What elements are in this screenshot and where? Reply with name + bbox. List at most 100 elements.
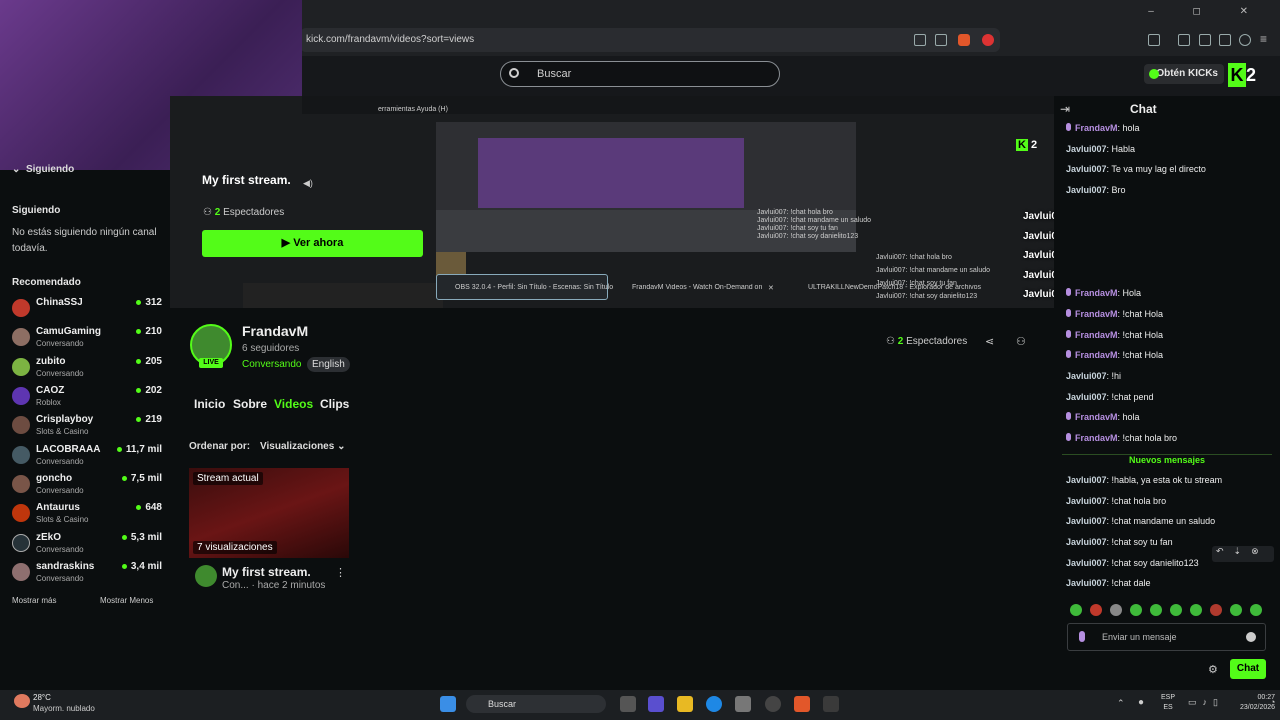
file-explorer-icon[interactable] xyxy=(677,696,693,712)
notification-icon[interactable]: ◔ xyxy=(1270,697,1275,707)
sidebar-channel[interactable]: zubito Conversando 205 xyxy=(12,356,162,384)
obs-window-title: OBS 32.0.4 - Perfil: Sin Título - Escena… xyxy=(455,284,614,291)
weather-desc[interactable]: Mayorm. nublado xyxy=(33,704,95,713)
avatar xyxy=(12,475,30,493)
reader-mode-icon[interactable] xyxy=(1148,34,1160,46)
emoji-icon[interactable] xyxy=(1246,632,1256,642)
emote-icon[interactable] xyxy=(1130,604,1142,616)
task-view-icon[interactable] xyxy=(620,696,636,712)
sidebar-following-toggle[interactable]: ⌄ Siguiendo xyxy=(12,164,74,175)
browser-window-title: FrandavM Videos - Watch On-Demand on Kic… xyxy=(632,284,762,291)
mic-icon[interactable]: ● xyxy=(1138,697,1144,708)
owner-badge-icon xyxy=(1066,309,1071,317)
new-messages-divider[interactable]: Nuevos mensajes xyxy=(1062,454,1272,465)
sort-dropdown[interactable]: Visualizaciones ⌄ xyxy=(260,441,345,452)
show-less-link[interactable]: Mostrar Menos xyxy=(100,596,153,605)
emote-icon[interactable] xyxy=(1250,604,1262,616)
sidebar-channel[interactable]: zEkO Conversando 5,3 mil xyxy=(12,532,162,560)
avatar xyxy=(12,358,30,376)
owner-badge-icon xyxy=(1066,330,1071,338)
channel-category[interactable]: Conversando xyxy=(242,359,301,370)
owner-badge-icon xyxy=(1066,350,1071,358)
sidebar-channel[interactable]: CAOZ Roblox 202 xyxy=(12,385,162,413)
menu-icon[interactable]: ≡ xyxy=(1260,32,1267,46)
brave-shield-icon[interactable] xyxy=(958,34,970,46)
chat-message: FrandavM: !chat Hola xyxy=(1066,309,1266,319)
k2-logo[interactable]: K2 xyxy=(1228,63,1264,87)
obs-icon[interactable] xyxy=(765,696,781,712)
emote-icon[interactable] xyxy=(1150,604,1162,616)
tab-videos[interactable]: Videos xyxy=(274,397,313,411)
taskbar-search[interactable]: Buscar xyxy=(466,695,606,713)
share-icon[interactable]: ⋖ xyxy=(985,335,994,348)
tab-sobre[interactable]: Sobre xyxy=(233,397,267,411)
watch-now-button[interactable]: ▶ Ver ahora xyxy=(202,230,423,257)
nested-panel xyxy=(243,283,443,308)
close-icon: ✕ xyxy=(768,285,774,292)
following-empty-text: No estás siguiendo ningún canal todavía. xyxy=(12,227,157,254)
emote-icon[interactable] xyxy=(1110,604,1122,616)
avatar xyxy=(12,563,30,581)
video-options-icon[interactable]: ⋮ xyxy=(335,566,346,579)
weather-icon[interactable] xyxy=(14,694,30,708)
copilot-icon[interactable] xyxy=(648,696,664,712)
search-input[interactable]: Buscar xyxy=(500,61,780,87)
store-icon[interactable] xyxy=(735,696,751,712)
language-indicator[interactable]: ESP ES xyxy=(1161,693,1175,713)
speaker-icon[interactable]: ◀) xyxy=(303,178,313,189)
language-tag[interactable]: English xyxy=(307,357,350,372)
viewers-icon: ⚇ xyxy=(886,336,895,347)
sidebar-channel[interactable]: Antaurus Slots & Casino 648 xyxy=(12,502,162,530)
user-options-icon[interactable]: ⚇ xyxy=(1016,335,1026,348)
chat-input[interactable]: Enviar un mensaje xyxy=(1067,623,1266,651)
tab-inicio[interactable]: Inicio xyxy=(194,397,225,411)
weather-temp[interactable]: 28°C xyxy=(33,693,51,702)
vpn-icon[interactable] xyxy=(1239,34,1251,46)
edge-icon[interactable] xyxy=(706,696,722,712)
sidebar-channel[interactable]: CamuGaming Conversando 210 xyxy=(12,326,162,354)
chat-message: FrandavM: Hola xyxy=(1066,288,1266,298)
chat-message: Javlui007: Habla xyxy=(1066,144,1136,154)
emote-icon[interactable] xyxy=(1090,604,1102,616)
emote-icon[interactable] xyxy=(1230,604,1242,616)
window-controls[interactable]: – ◻ ✕ xyxy=(1148,6,1266,17)
tab-clips[interactable]: Clips xyxy=(320,397,349,411)
sidebar-channel[interactable]: goncho Conversando 7,5 mil xyxy=(12,473,162,501)
sidebar-channel[interactable]: ChinaSSJ 312 xyxy=(12,297,162,325)
sort-label: Ordenar por: xyxy=(189,441,251,452)
current-stream-badge: Stream actual xyxy=(193,472,263,485)
chat-message: FrandavM: hola xyxy=(1066,123,1266,133)
windows-start-icon[interactable] xyxy=(440,696,456,712)
sidebar-channel[interactable]: LACOBRAAA Conversando 11,7 mil xyxy=(12,444,162,472)
avatar xyxy=(12,416,30,434)
sidebar-icon[interactable] xyxy=(1178,34,1190,46)
chat-message: Javlui007: Bro xyxy=(1066,185,1126,195)
channel-name: FrandavM xyxy=(242,323,309,339)
brave-rewards-icon[interactable] xyxy=(982,34,994,46)
emote-icon[interactable] xyxy=(1190,604,1202,616)
message-actions[interactable]: ↶⇣⊗ xyxy=(1212,546,1274,562)
show-more-link[interactable]: Mostrar más xyxy=(12,596,56,605)
wallet-icon[interactable] xyxy=(1199,34,1211,46)
emote-icon[interactable] xyxy=(1210,604,1222,616)
video-channel-avatar[interactable] xyxy=(195,565,217,587)
sidebar-channel[interactable]: Crisplayboy Slots & Casino 219 xyxy=(12,414,162,442)
share-icon[interactable] xyxy=(935,34,947,46)
eye-off-icon[interactable] xyxy=(914,34,926,46)
brave-icon[interactable] xyxy=(794,696,810,712)
system-tray-icons[interactable]: ▭♪▯ xyxy=(1188,697,1224,708)
follower-count: 6 seguidores xyxy=(242,343,300,354)
collapse-chat-icon[interactable]: ⇥ xyxy=(1060,102,1070,116)
app-icon[interactable] xyxy=(823,696,839,712)
avatar xyxy=(12,328,30,346)
sidebar-channel[interactable]: sandraskins Conversando 3,4 mil xyxy=(12,561,162,589)
emote-icon[interactable] xyxy=(1170,604,1182,616)
extensions-icon[interactable] xyxy=(1219,34,1231,46)
gear-icon[interactable]: ⚙ xyxy=(1208,663,1218,676)
address-bar[interactable]: kick.com/frandavm/videos?sort=views xyxy=(300,28,1000,52)
chevron-up-icon[interactable]: ⌃ xyxy=(1117,698,1125,709)
emote-icon[interactable] xyxy=(1070,604,1082,616)
stream-title: My first stream. xyxy=(202,173,291,187)
send-chat-button[interactable]: Chat xyxy=(1230,659,1266,679)
video-title[interactable]: My first stream. xyxy=(222,565,311,579)
